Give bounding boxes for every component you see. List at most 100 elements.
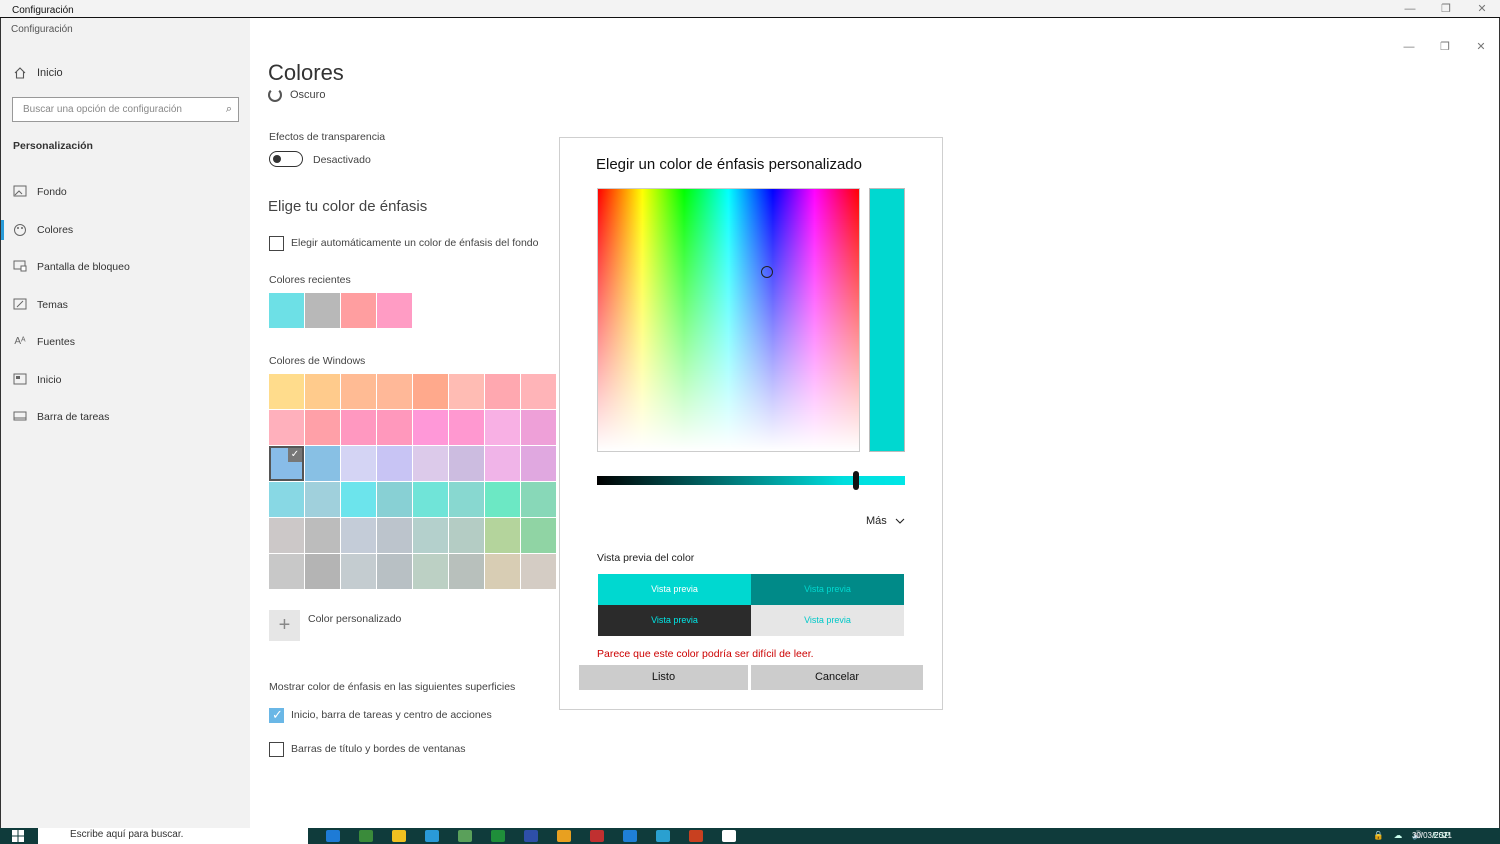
windows-color-swatch[interactable] (485, 410, 520, 445)
windows-color-swatch[interactable] (341, 446, 376, 481)
taskbar-app-icon[interactable] (689, 830, 703, 842)
windows-color-swatch[interactable] (449, 446, 484, 481)
windows-color-swatch[interactable] (305, 446, 340, 481)
windows-color-swatch[interactable] (485, 374, 520, 409)
windows-color-swatch[interactable] (521, 482, 556, 517)
windows-color-swatch[interactable] (377, 518, 412, 553)
windows-color-swatch[interactable] (269, 374, 304, 409)
taskbar-app-icon[interactable] (359, 830, 373, 842)
windows-color-swatch[interactable] (449, 374, 484, 409)
sidebar-item-barra-de-tareas[interactable]: Barra de tareas (13, 409, 109, 425)
auto-accent-checkbox[interactable] (269, 236, 284, 251)
settings-search-input[interactable]: Buscar una opción de configuración ⌕ (12, 97, 239, 122)
windows-color-swatch[interactable] (413, 554, 448, 589)
windows-color-swatch[interactable] (521, 518, 556, 553)
sidebar-item-fondo[interactable]: Fondo (13, 184, 67, 200)
tray-cloud-icon[interactable]: ☁ (1394, 830, 1403, 841)
recent-color-swatch[interactable] (377, 293, 412, 328)
windows-color-swatch[interactable] (449, 482, 484, 517)
windows-color-swatch[interactable] (449, 518, 484, 553)
color-picker-handle[interactable] (761, 266, 773, 278)
taskbar: Escribe aquí para buscar. 🔒 ☁ 🔊 ESP 30/0… (0, 828, 1500, 844)
surface-titlebars-checkbox[interactable] (269, 742, 284, 757)
windows-color-swatch[interactable] (449, 554, 484, 589)
color-spectrum[interactable] (597, 188, 860, 452)
brightness-slider-thumb[interactable] (852, 471, 859, 490)
inner-minimize-button[interactable]: — (1391, 36, 1427, 58)
windows-color-swatch[interactable] (521, 410, 556, 445)
taskbar-app-icon[interactable] (491, 830, 505, 842)
windows-color-swatch[interactable] (521, 446, 556, 481)
windows-color-swatch[interactable] (413, 374, 448, 409)
windows-color-swatch[interactable] (485, 554, 520, 589)
windows-color-swatch[interactable] (413, 410, 448, 445)
sidebar-item-fuentes[interactable]: Aᴬ Fuentes (13, 334, 75, 350)
windows-color-swatch[interactable] (305, 554, 340, 589)
taskbar-app-icon[interactable] (557, 830, 571, 842)
sidebar-item-temas[interactable]: Temas (13, 297, 68, 313)
windows-color-swatch[interactable] (305, 518, 340, 553)
close-button[interactable]: ✕ (1464, 0, 1500, 18)
tray-lock-icon[interactable]: 🔒 (1373, 830, 1384, 841)
windows-color-swatch[interactable] (341, 410, 376, 445)
windows-color-swatch[interactable] (413, 482, 448, 517)
dark-mode-radio[interactable]: Oscuro (268, 88, 325, 102)
surface-start-taskbar-checkbox[interactable] (269, 707, 284, 723)
taskbar-app-icon[interactable] (425, 830, 439, 842)
taskbar-clock[interactable]: 30/03/2021 (1412, 831, 1452, 840)
windows-color-swatch[interactable] (449, 410, 484, 445)
sidebar-item-colores[interactable]: Colores (0, 220, 73, 240)
taskbar-search-box[interactable]: Escribe aquí para buscar. (38, 828, 308, 844)
windows-color-swatch[interactable] (269, 554, 304, 589)
taskbar-app-icon[interactable] (722, 830, 736, 842)
windows-color-swatch[interactable] (485, 518, 520, 553)
add-custom-color-button[interactable]: + (269, 610, 300, 641)
windows-start-icon[interactable] (12, 830, 24, 842)
windows-color-swatch[interactable] (269, 518, 304, 553)
windows-color-swatch[interactable] (377, 374, 412, 409)
windows-color-swatch[interactable] (413, 518, 448, 553)
taskbar-app-icon[interactable] (590, 830, 604, 842)
sidebar-item-inicio[interactable]: Inicio (13, 372, 62, 388)
windows-color-swatch[interactable] (305, 410, 340, 445)
sidebar-item-pantalla-de-bloqueo[interactable]: Pantalla de bloqueo (13, 259, 130, 275)
custom-color-label[interactable]: Color personalizado (308, 613, 401, 625)
transparency-toggle[interactable] (269, 151, 303, 167)
done-button[interactable]: Listo (579, 665, 748, 690)
taskbar-app-icon[interactable] (326, 830, 340, 842)
windows-color-swatch[interactable] (485, 482, 520, 517)
windows-color-swatch[interactable] (377, 482, 412, 517)
more-button[interactable]: Más (866, 515, 905, 527)
windows-color-swatch[interactable] (305, 482, 340, 517)
windows-color-swatch[interactable] (485, 446, 520, 481)
inner-close-button[interactable]: ✕ (1463, 36, 1499, 58)
windows-color-swatch[interactable] (305, 374, 340, 409)
windows-color-swatch[interactable] (521, 554, 556, 589)
windows-color-swatch[interactable] (377, 446, 412, 481)
windows-color-swatch[interactable] (269, 410, 304, 445)
restore-button[interactable]: ❐ (1428, 0, 1464, 18)
windows-color-swatch[interactable] (521, 374, 556, 409)
taskbar-app-icon[interactable] (623, 830, 637, 842)
windows-color-swatch[interactable]: ✓ (269, 446, 304, 481)
recent-color-swatch[interactable] (269, 293, 304, 328)
recent-color-swatch[interactable] (341, 293, 376, 328)
windows-color-swatch[interactable] (377, 410, 412, 445)
windows-color-swatch[interactable] (269, 482, 304, 517)
recent-color-swatch[interactable] (305, 293, 340, 328)
nav-home[interactable]: Inicio (13, 66, 63, 80)
windows-color-swatch[interactable] (413, 446, 448, 481)
taskbar-app-icon[interactable] (524, 830, 538, 842)
cancel-button[interactable]: Cancelar (751, 665, 923, 690)
windows-color-swatch[interactable] (341, 482, 376, 517)
windows-color-swatch[interactable] (341, 374, 376, 409)
windows-color-swatch[interactable] (341, 518, 376, 553)
windows-color-swatch[interactable] (377, 554, 412, 589)
taskbar-app-icon[interactable] (656, 830, 670, 842)
taskbar-app-icon[interactable] (458, 830, 472, 842)
brightness-slider[interactable] (597, 476, 905, 485)
inner-restore-button[interactable]: ❐ (1427, 36, 1463, 58)
minimize-button[interactable]: — (1392, 0, 1428, 18)
windows-color-swatch[interactable] (341, 554, 376, 589)
taskbar-app-icon[interactable] (392, 830, 406, 842)
